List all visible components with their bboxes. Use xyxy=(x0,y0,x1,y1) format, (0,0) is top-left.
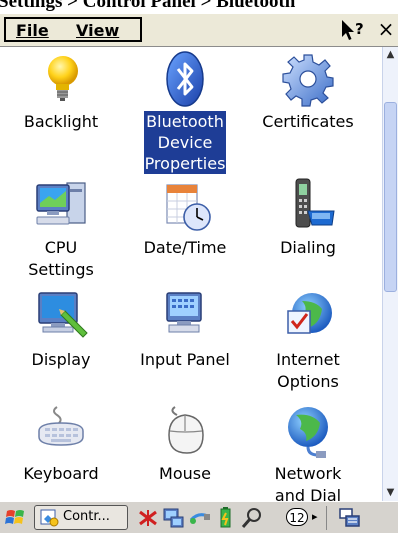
gear-icon xyxy=(282,54,334,107)
tray-expand-arrow[interactable]: ▸ xyxy=(312,510,318,523)
item-bluetooth-device-properties[interactable]: Bluetooth Device Properties xyxy=(130,49,240,174)
lightbulb-icon xyxy=(48,56,78,101)
bluetooth-icon xyxy=(166,51,204,107)
close-button[interactable]: × xyxy=(375,18,397,42)
window-title-text: Settings > Control Panel > Bluetooth xyxy=(0,0,296,12)
network-status-icon[interactable] xyxy=(162,506,186,530)
item-cpu-settings[interactable]: CPU Settings xyxy=(6,175,116,281)
svg-text:?: ? xyxy=(355,20,364,38)
item-network-and-dial[interactable]: Network and Dial xyxy=(253,401,363,501)
vertical-scrollbar[interactable]: ▲ ▼ xyxy=(382,47,398,501)
item-dialing[interactable]: Dialing xyxy=(253,175,363,259)
item-label-line: Device xyxy=(157,133,213,152)
menu-view[interactable]: View xyxy=(76,21,119,40)
item-label: Bluetooth Device Properties xyxy=(143,111,227,174)
calendar-clock-icon xyxy=(166,184,211,231)
item-label: Certificates xyxy=(262,112,354,131)
item-label: Mouse xyxy=(159,464,211,483)
network-globe-icon xyxy=(288,407,328,458)
battery-icon[interactable] xyxy=(214,506,238,530)
item-label-line: Settings xyxy=(28,260,94,279)
item-label-line: Internet xyxy=(276,350,340,369)
item-label: Network and Dial xyxy=(274,463,343,501)
control-panel-icon xyxy=(40,509,59,527)
globe-check-icon xyxy=(287,293,332,334)
item-display[interactable]: Display xyxy=(6,287,116,371)
menu-group: File View xyxy=(4,17,142,42)
item-certificates[interactable]: Certificates xyxy=(253,49,363,133)
windows-flag-icon xyxy=(5,510,24,524)
mouse-icon xyxy=(168,406,204,454)
item-label-line: and Dial xyxy=(274,486,342,501)
item-backlight[interactable]: Backlight xyxy=(6,49,116,133)
display-icon xyxy=(38,292,88,338)
item-label: Internet Options xyxy=(275,349,341,393)
item-input-panel[interactable]: Input Panel xyxy=(130,287,240,371)
item-label-line: Network xyxy=(274,464,342,483)
input-panel-toggle-icon[interactable] xyxy=(338,506,362,530)
item-keyboard[interactable]: Keyboard xyxy=(6,401,116,485)
wireless-icon[interactable] xyxy=(136,506,160,530)
task-control-panel-button[interactable]: Contr... xyxy=(34,505,128,530)
scroll-up-arrow[interactable]: ▲ xyxy=(383,47,398,63)
item-label: Display xyxy=(31,350,91,369)
keyboard-icon xyxy=(38,406,84,446)
item-label: Input Panel xyxy=(140,350,230,369)
input-panel-icon xyxy=(166,292,202,333)
item-label: Dialing xyxy=(280,238,336,257)
scroll-down-arrow[interactable]: ▼ xyxy=(383,485,398,501)
scroll-thumb[interactable] xyxy=(384,102,397,292)
notification-count-badge[interactable]: 12 xyxy=(286,508,308,526)
menu-file[interactable]: File xyxy=(16,21,49,40)
search-icon[interactable] xyxy=(240,506,264,530)
item-label-line: Options xyxy=(277,372,339,391)
item-label: Keyboard xyxy=(23,464,99,483)
start-button[interactable] xyxy=(3,506,31,530)
tray-separator xyxy=(326,506,327,530)
usb-connection-icon[interactable] xyxy=(188,506,212,530)
item-internet-options[interactable]: Internet Options xyxy=(253,287,363,393)
item-mouse[interactable]: Mouse xyxy=(130,401,240,485)
window-title: Settings > Control Panel > Bluetooth xyxy=(0,0,398,14)
phone-icon xyxy=(295,178,335,228)
computer-icon xyxy=(36,182,86,225)
taskbar: Contr... 12 ▸ xyxy=(0,501,398,533)
item-date-time[interactable]: Date/Time xyxy=(130,175,240,259)
menu-bar: File View ? × xyxy=(0,14,398,47)
item-label: Date/Time xyxy=(143,238,227,257)
item-label-line: Properties xyxy=(144,154,226,173)
help-pointer-icon: ? xyxy=(342,20,364,40)
item-label: Backlight xyxy=(23,112,99,131)
task-label: Contr... xyxy=(63,509,110,524)
control-panel-grid: Backlight Bluetooth Device Properties Ce… xyxy=(0,47,382,501)
help-button[interactable]: ? xyxy=(336,17,366,42)
item-label-line: Bluetooth xyxy=(146,112,224,131)
item-label-line: CPU xyxy=(44,238,78,257)
item-label: CPU Settings xyxy=(27,237,95,281)
